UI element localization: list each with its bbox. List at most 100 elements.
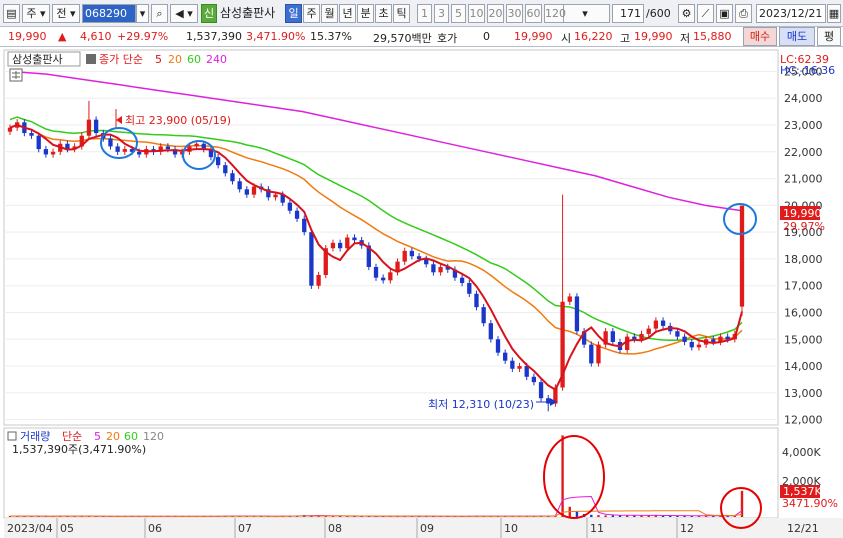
price-indicator: 종가 단순 (99, 53, 143, 66)
volume-indicator: 단순 (62, 430, 82, 443)
new-badge[interactable]: 신 (201, 4, 217, 23)
vol-tick-1: 4,000K (782, 446, 821, 459)
candle-body (316, 275, 321, 286)
candle-body (287, 202, 293, 211)
type-select-label: 주 (26, 7, 37, 20)
price-tags: 19,990 29.97% (780, 206, 825, 233)
interval-button[interactable]: 60 (525, 4, 542, 23)
x-tick-label: 2023/04 (7, 522, 53, 535)
interval-button[interactable]: 30 (506, 4, 523, 23)
candle-body (137, 151, 142, 155)
candle-body (330, 242, 336, 249)
volume-bar (561, 435, 564, 517)
quote-bar: 19,990 ▲ 4,610 +29.97% 1,537,390 3,471.9… (0, 27, 843, 47)
candle-body (251, 186, 257, 195)
high-note: 최고 23,900 (05/19) (125, 114, 231, 127)
period-button[interactable]: 일 (285, 4, 302, 23)
candle-body (388, 272, 393, 281)
draw-line-icon[interactable]: ⟋ (697, 4, 714, 23)
y-tick-label: 22,000 (784, 146, 823, 159)
save-icon[interactable]: ▣ (716, 4, 733, 23)
candle-body (108, 138, 113, 147)
window-menu-icon[interactable]: ▤ (3, 4, 20, 23)
y-tick-label: 21,000 (784, 173, 823, 186)
candle-body (230, 173, 235, 182)
candle-body (567, 296, 572, 302)
period-dropdown[interactable]: ▾ (560, 4, 610, 23)
search-icon[interactable]: ⌕ (151, 4, 168, 23)
y-tick-label: 18,000 (784, 253, 823, 266)
stock-code-input[interactable]: 068290 (82, 4, 136, 23)
period-button[interactable]: 주 (303, 4, 320, 23)
y-tick-label: 15,000 (784, 333, 823, 346)
calendar-icon[interactable]: ▦ (827, 4, 841, 23)
date-input[interactable]: 2023/12/21 (756, 4, 826, 23)
candle-body (510, 360, 515, 369)
volume-bar (597, 515, 600, 517)
interval-button[interactable]: 120 (544, 4, 566, 23)
eval-button[interactable]: 평 (817, 27, 841, 46)
x-tick-label: 07 (238, 522, 252, 535)
count-total: /600 (646, 7, 671, 20)
price-volume-chart[interactable]: 25,00024,00023,00022,00021,00020,00019,0… (0, 48, 843, 538)
candle-body (345, 237, 350, 249)
candle-body (639, 333, 644, 340)
prev-select-label: 전 (56, 7, 67, 20)
volume-bar (611, 515, 615, 517)
candle-body (402, 250, 407, 262)
count-input[interactable]: 171 (612, 4, 644, 23)
candle-body (689, 341, 694, 348)
stock-chart-window: ▤ 주 ▾ 전 ▾ 068290 ▾ ⌕ ◀ ▾ 신 삼성출판사 ▾ 171 /… (0, 0, 843, 538)
interval-button[interactable]: 20 (487, 4, 504, 23)
period-button[interactable]: 월 (321, 4, 338, 23)
last-price-tag: 19,990 (783, 207, 822, 220)
buy-button[interactable]: 매수 (743, 27, 777, 46)
stock-code-dropdown[interactable]: ▾ (136, 4, 149, 23)
speaker-icon[interactable]: ◀ ▾ (170, 4, 198, 23)
prev-select[interactable]: 전 ▾ (52, 4, 80, 23)
stock-name: 삼성출판사 (220, 6, 276, 20)
candle-body (503, 352, 508, 361)
print-icon[interactable]: ⎙ (735, 4, 752, 23)
period-button[interactable]: 분 (357, 4, 374, 23)
candle-body (29, 133, 34, 136)
chart-area[interactable]: 25,000 24,000 23,000 22,000 21,000 20,000 19,0… (0, 48, 843, 538)
candle-body (653, 320, 659, 329)
quote-open: 16,220 (574, 30, 613, 43)
candle-body (696, 344, 702, 348)
volume-pane-name: 거래량 (20, 430, 50, 443)
candle-body (739, 205, 745, 307)
quote-volume: 1,537,390 (186, 30, 242, 43)
vol-ma60-legend: 60 (124, 430, 138, 443)
candle-body (373, 266, 379, 278)
period-button[interactable]: 년 (339, 4, 356, 23)
candle-body (302, 218, 307, 233)
chart-settings-icon[interactable]: ⚙ (678, 4, 695, 23)
quote-current: 19,990 (514, 30, 553, 43)
quote-turnover: 15.37% (310, 30, 352, 43)
candle-body (488, 323, 493, 340)
interval-button[interactable]: 5 (451, 4, 466, 23)
sell-button[interactable]: 매도 (779, 27, 815, 46)
candle-body (273, 194, 278, 198)
y-tick-label: 17,000 (784, 280, 823, 293)
x-tick-label: 06 (148, 522, 162, 535)
legend-color-icon (86, 54, 96, 64)
candle-body (352, 237, 357, 241)
hc-label: HC:-16.36 (780, 64, 835, 77)
interval-button[interactable]: 10 (468, 4, 485, 23)
period-button[interactable]: 틱 (393, 4, 410, 23)
volume-bar (604, 515, 607, 517)
candle-body (660, 320, 666, 326)
candle-body (237, 181, 242, 190)
candle-body (115, 146, 120, 152)
candle-body (381, 277, 386, 281)
period-button[interactable]: 초 (375, 4, 392, 23)
quote-high: 19,990 (634, 30, 673, 43)
candle-body (574, 296, 580, 332)
interval-button[interactable]: 1 (417, 4, 432, 23)
vol-ma5-legend: 5 (94, 430, 101, 443)
interval-button[interactable]: 3 (434, 4, 449, 23)
candle-body (409, 250, 415, 257)
type-select[interactable]: 주 ▾ (22, 4, 50, 23)
